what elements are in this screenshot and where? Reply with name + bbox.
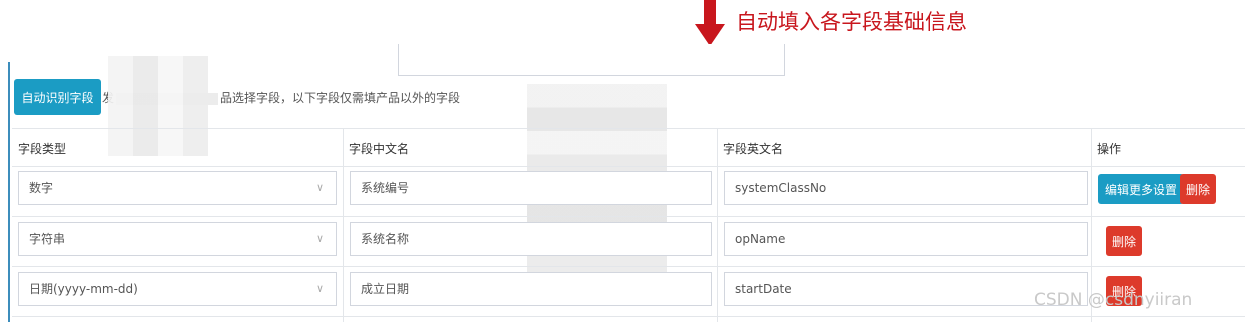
chevron-down-icon: ∨ <box>315 181 324 194</box>
delete-button[interactable]: 删除 <box>1180 174 1216 204</box>
header-actions: 操作 <box>1097 142 1122 156</box>
header-en-name: 字段英文名 <box>723 142 784 156</box>
watermark: CSDN @csdnyiiran <box>1034 290 1193 310</box>
en-name-input[interactable]: systemClassNo <box>724 171 1088 205</box>
header-cn-name: 字段中文名 <box>349 142 410 156</box>
field-type-select[interactable]: 数字 ∨ <box>18 171 337 205</box>
chevron-down-icon: ∨ <box>315 282 324 295</box>
table-border <box>343 128 344 322</box>
chevron-down-icon: ∨ <box>315 232 324 245</box>
redaction-mosaic-left <box>108 56 208 156</box>
header-field-type: 字段类型 <box>18 142 67 156</box>
delete-button[interactable]: 删除 <box>1106 226 1142 256</box>
auto-detect-fields-button[interactable]: 自动识别字段 <box>14 79 101 115</box>
select-value: 字符串 <box>29 232 66 246</box>
edit-more-settings-button[interactable]: 编辑更多设置 <box>1098 174 1184 204</box>
table-border <box>12 128 1245 129</box>
panel-left-border <box>8 62 10 322</box>
cn-name-input[interactable]: 成立日期 <box>350 272 712 306</box>
en-name-input[interactable]: opName <box>724 222 1088 256</box>
table-border <box>12 316 1245 317</box>
field-type-select[interactable]: 日期(yyyy-mm-dd) ∨ <box>18 272 337 306</box>
table-border <box>12 166 1245 167</box>
select-value: 日期(yyyy-mm-dd) <box>29 282 138 296</box>
arrow-down-icon <box>695 0 725 46</box>
table-border <box>12 266 1245 267</box>
cn-name-input[interactable]: 系统编号 <box>350 171 712 205</box>
table-border <box>12 216 1245 217</box>
upper-input-box[interactable] <box>398 44 785 76</box>
hint-suffix: 品选择字段，以下字段仅需填产品以外的字段 <box>220 91 461 105</box>
cn-name-input[interactable]: 系统名称 <box>350 222 712 256</box>
table-border <box>717 128 718 322</box>
annotation-text: 自动填入各字段基础信息 <box>736 10 967 34</box>
field-type-select[interactable]: 字符串 ∨ <box>18 222 337 256</box>
select-value: 数字 <box>29 181 54 195</box>
